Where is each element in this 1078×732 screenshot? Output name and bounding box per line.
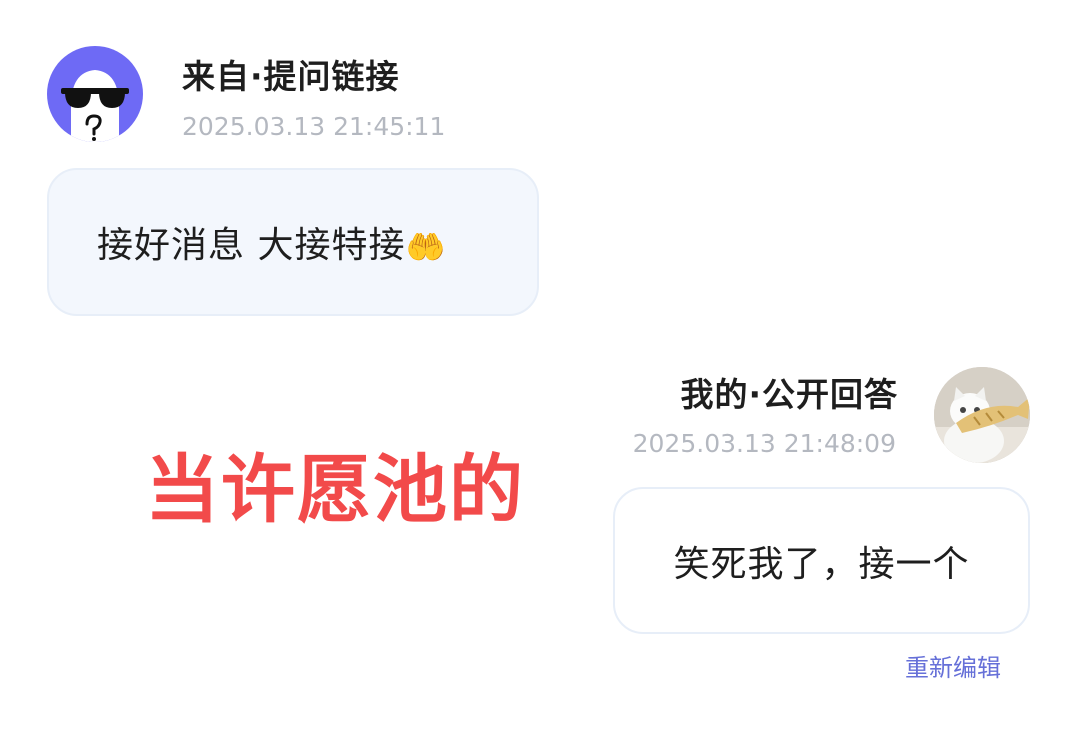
avatar-question-link[interactable] [47,46,143,142]
outgoing-message-bubble[interactable]: 笑死我了，接一个 [613,487,1030,634]
outgoing-message-text: 笑死我了，接一个 [673,543,970,585]
re-edit-link[interactable]: 重新编辑 [905,648,1001,683]
incoming-timestamp: 2025.03.13 21:45:11 [182,112,446,141]
avatar-me[interactable] [934,367,1030,463]
sender-label: 来自·提问链接 [182,57,400,96]
incoming-message-bubble[interactable]: 接好消息 大接特接🤲 [47,168,539,316]
overlay-caption: 当许愿池的 [145,447,525,533]
my-answer-label: 我的·公开回答 [680,375,898,414]
palms-up-together-icon: 🤲 [405,228,447,266]
cat-with-fish-toy-avatar-icon [934,367,1030,463]
outgoing-timestamp: 2025.03.13 21:48:09 [632,429,896,458]
sunglasses-avatar-icon [61,70,129,142]
incoming-message-text: 接好消息 大接特接🤲 [97,225,447,266]
